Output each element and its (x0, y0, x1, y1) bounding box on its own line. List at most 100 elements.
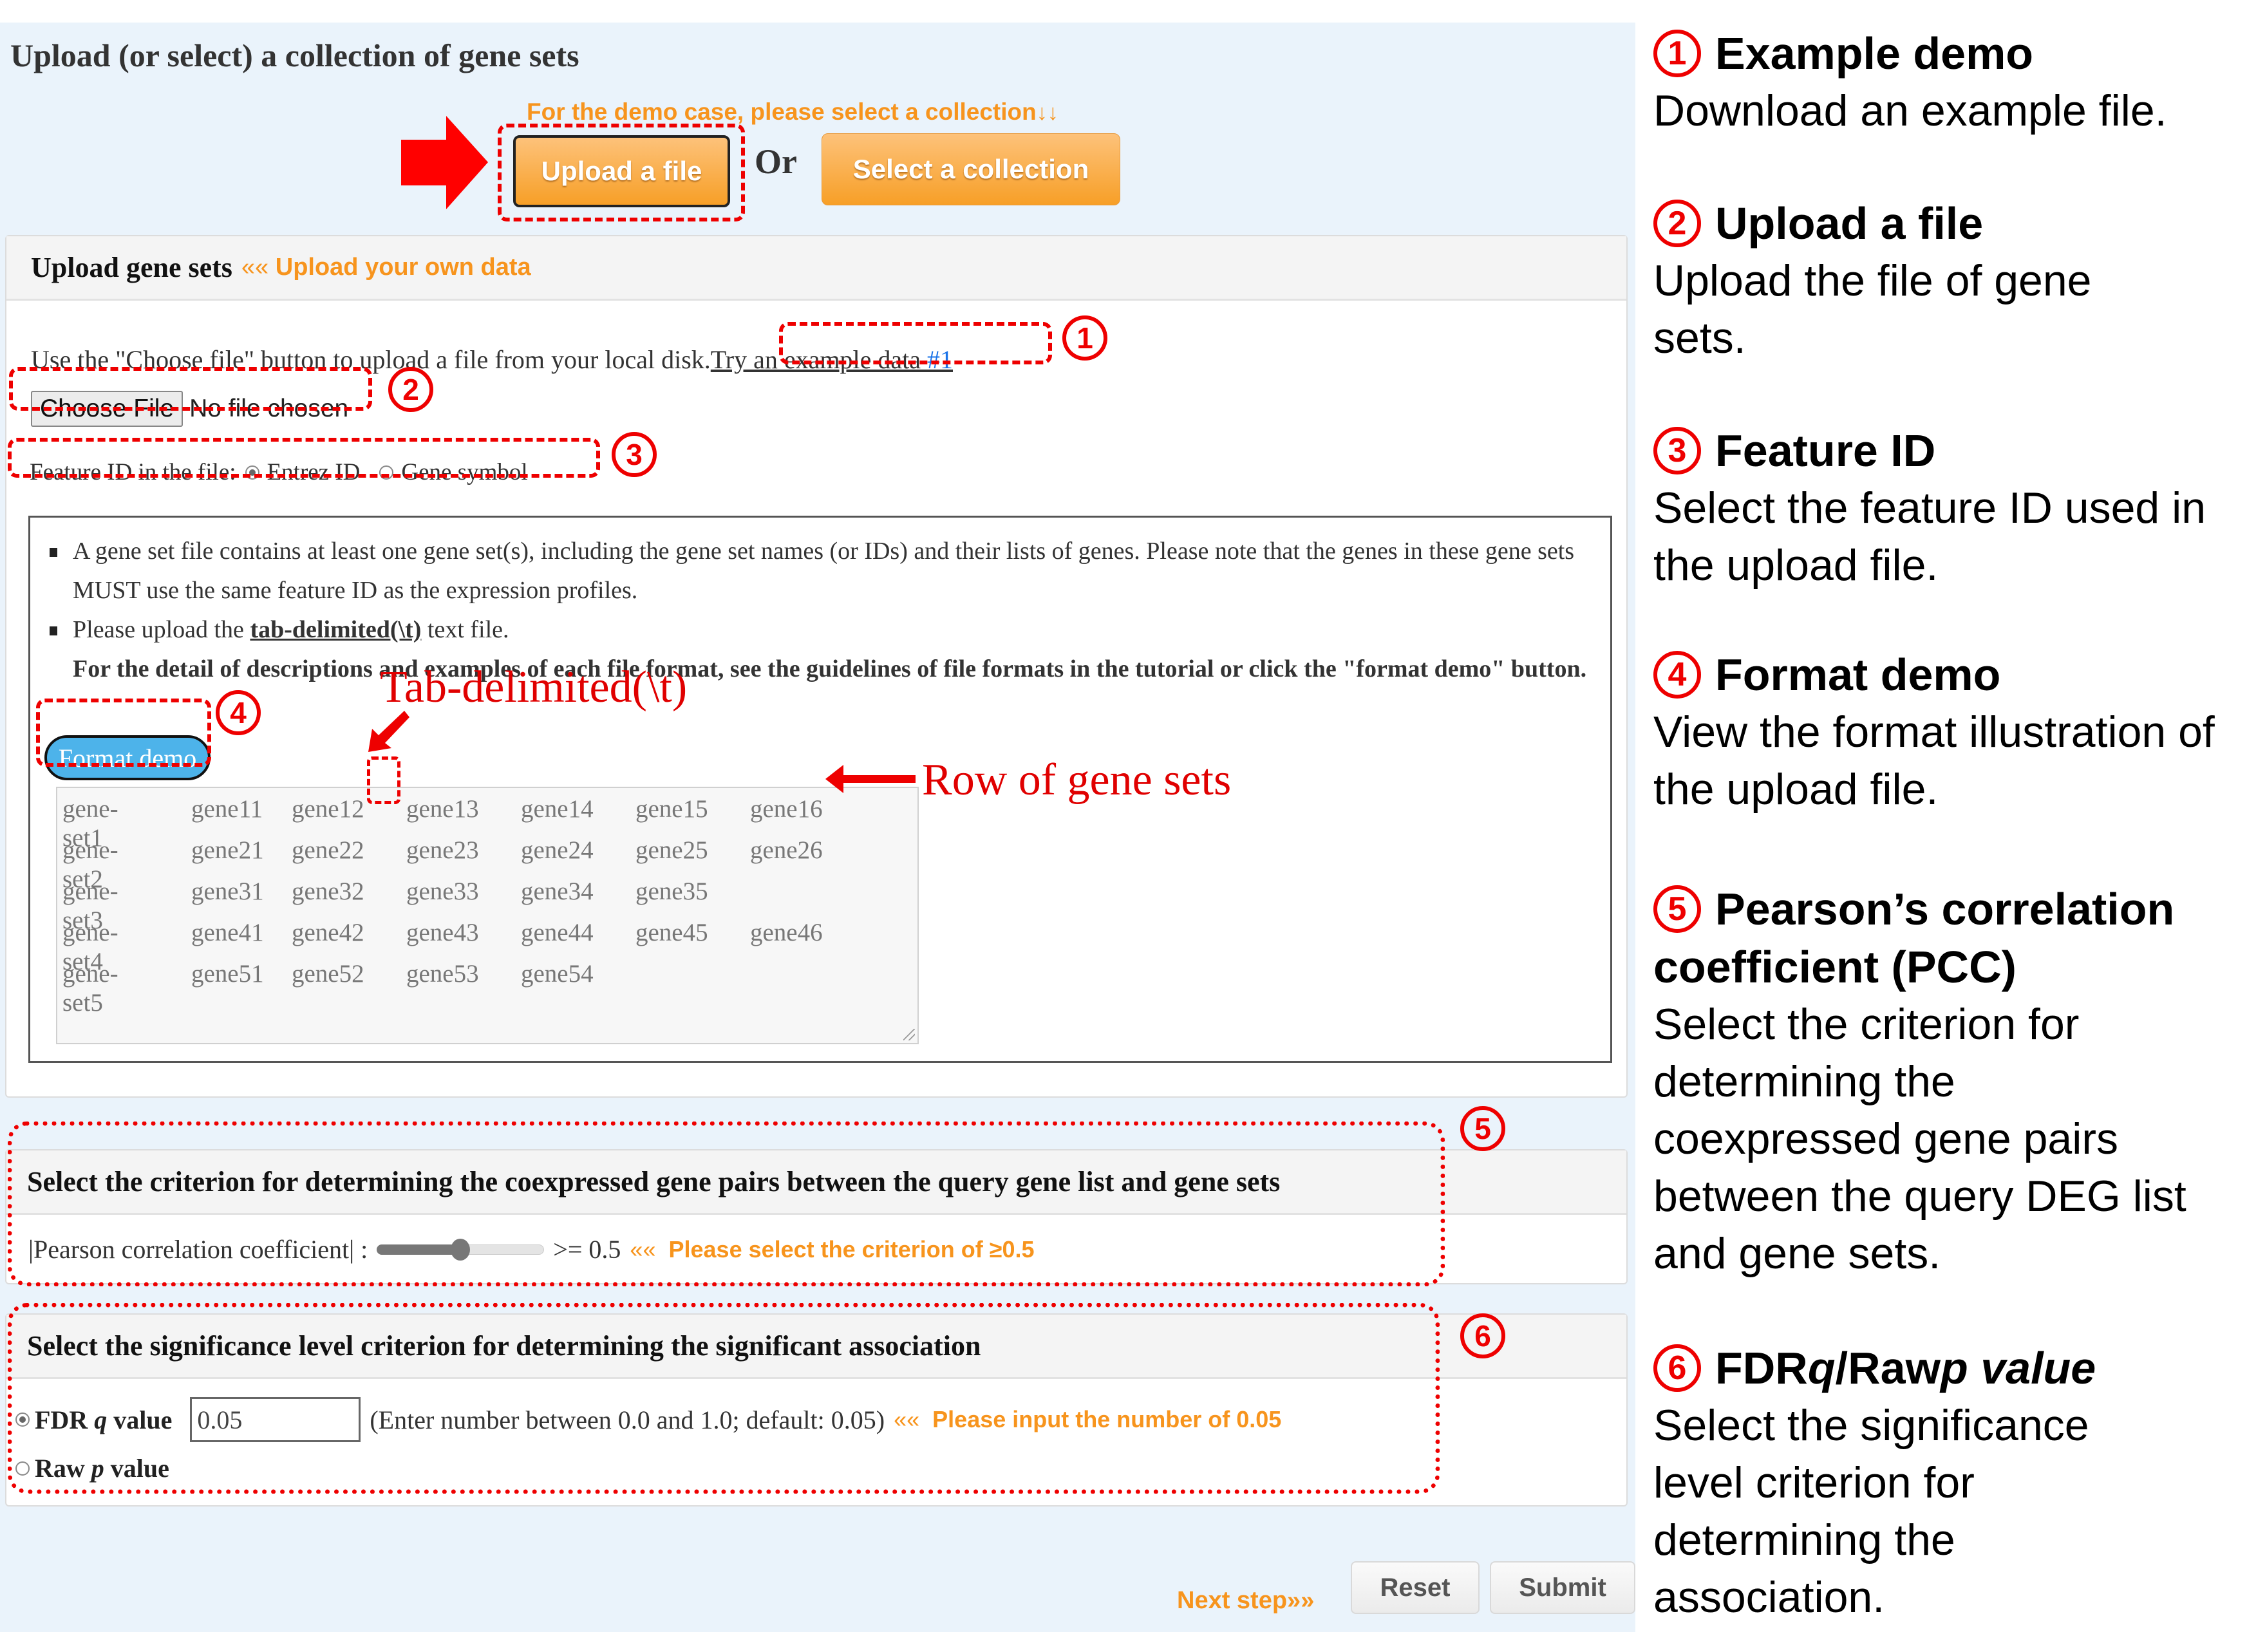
marker-circle-icon: 2 (1653, 200, 1701, 247)
marker-5: 5 (1460, 1106, 1505, 1151)
gene-cell: gene54 (521, 960, 594, 988)
sample-textarea[interactable]: gene-set1 gene11 gene12 gene13 gene14 gene15 g… (56, 787, 919, 1044)
legend-item-6: 6 FDR q/Raw p value Select the significan… (1653, 1343, 2096, 1622)
next-step-label: Next step»» (1177, 1587, 1315, 1614)
significance-panel: Select the significance level criterion … (5, 1313, 1628, 1507)
pcc-hint: «« Please select the criterion of ≥0.5 (630, 1235, 1035, 1262)
reset-button[interactable]: Reset (1351, 1561, 1480, 1614)
tab-delimited-link[interactable]: tab-delimited(\t) (250, 616, 421, 643)
gene-cell: gene35 (635, 878, 708, 905)
choose-file-button[interactable]: Choose File (31, 391, 183, 427)
marker-circle-icon: 1 (1653, 30, 1701, 77)
entrez-id-label: Entrez ID (267, 459, 361, 485)
slider-fill (377, 1244, 461, 1255)
page-title: Upload (or select) a collection of gene … (10, 37, 579, 73)
format-guideline-note: For the detail of descriptions and examp… (73, 655, 1587, 682)
format-notes: A gene set file contains at least one ge… (50, 532, 1595, 689)
marker-6: 6 (1460, 1313, 1505, 1358)
submit-button[interactable]: Submit (1490, 1561, 1635, 1614)
marker-circle-icon: 3 (1653, 427, 1701, 474)
upload-file-button[interactable]: Upload a file (513, 135, 730, 207)
file-status: No file chosen (189, 395, 349, 422)
significance-panel-title: Select the significance level criterion … (6, 1315, 1626, 1379)
legend-item-5: 5 Pearson’s correlation coefficient (PCC)… (1653, 884, 2186, 1278)
gene-cell: gene14 (521, 795, 594, 823)
gene-cell: gene53 (406, 960, 479, 988)
pcc-criterion-panel: Select the criterion for determining the… (5, 1149, 1628, 1284)
gene-cell: gene41 (191, 919, 264, 946)
gene-symbol-label: Gene symbol (401, 459, 528, 485)
marker-circle-icon: 5 (1653, 885, 1701, 933)
app-area: Upload (or select) a collection of gene … (0, 23, 1635, 1632)
example-data-link[interactable]: Try an example data #1 (711, 345, 953, 374)
upload-gene-sets-panel: Upload gene sets «« Upload your own data… (5, 235, 1628, 1098)
upload-panel-title: Upload gene sets (31, 252, 232, 283)
gene-cell: gene22 (292, 836, 364, 864)
marker-1: 1 (1062, 315, 1107, 361)
fdr-label: FDR q value (35, 1405, 173, 1434)
file-input: Choose File No file chosen (31, 391, 348, 427)
gene-cell: gene52 (292, 960, 364, 988)
gene-cell: gene34 (521, 878, 594, 905)
pcc-value: >= 0.5 (553, 1235, 621, 1264)
legend-item-4: 4 Format demo View the format illustratio… (1653, 650, 2215, 814)
gene-cell: gene25 (635, 836, 708, 864)
gene-cell: gene24 (521, 836, 594, 864)
format-description-box: A gene set file contains at least one ge… (28, 516, 1612, 1063)
gene-cell: gene21 (191, 836, 264, 864)
note-item: A gene set file contains at least one ge… (50, 532, 1595, 610)
legend-item-1: 1 Example demo Download an example file. (1653, 28, 2167, 135)
raw-p-row: Raw p value (15, 1453, 169, 1483)
format-demo-button[interactable]: Format demo (44, 735, 211, 780)
gene-cell: gene31 (191, 878, 264, 905)
gene-cell: gene16 (750, 795, 823, 823)
legend-item-2: 2 Upload a file Upload the file of gene s… (1653, 198, 2092, 362)
raw-p-radio[interactable] (15, 1461, 30, 1476)
raw-p-label: Raw p value (35, 1454, 169, 1483)
gene-cell: gene12 (292, 795, 364, 823)
pcc-panel-title: Select the criterion for determining the… (6, 1150, 1626, 1215)
gene-cell: gene23 (406, 836, 479, 864)
gene-symbol-radio[interactable] (379, 465, 394, 480)
fdr-value-input[interactable] (190, 1397, 361, 1442)
left-arrow-icon (825, 765, 916, 793)
pcc-label: |Pearson correlation coefficient| : (28, 1235, 368, 1264)
resize-grip-icon[interactable] (903, 1029, 915, 1040)
gene-cell: gene33 (406, 878, 479, 905)
upload-instruction: Use the "Choose file" button to upload a… (31, 345, 953, 374)
note-item: Please upload the tab-delimited(\t) text… (50, 610, 1595, 689)
pcc-slider[interactable] (377, 1238, 545, 1261)
gene-cell: gene44 (521, 919, 594, 946)
upload-panel-header: Upload gene sets «« Upload your own data (6, 236, 1626, 301)
feature-id-selector: Feature ID in the file: Entrez ID Gene s… (30, 458, 528, 486)
slider-thumb[interactable] (451, 1238, 471, 1261)
legend-item-3: 3 Feature ID Select the feature ID used i… (1653, 426, 2206, 590)
gene-cell: gene51 (191, 960, 264, 988)
marker-2: 2 (388, 367, 433, 412)
pcc-row: |Pearson correlation coefficient| : >= 0… (28, 1234, 1035, 1264)
marker-4: 4 (216, 690, 261, 735)
red-arrow-icon (401, 116, 488, 209)
fdr-hint: «« Please input the number of 0.05 (894, 1406, 1282, 1432)
gene-cell: gene13 (406, 795, 479, 823)
fdr-radio[interactable] (15, 1413, 30, 1427)
marker-3: 3 (612, 432, 657, 477)
gene-cell: gene15 (635, 795, 708, 823)
fdr-row: FDR q value (Enter number between 0.0 an… (15, 1397, 1281, 1442)
demo-hint-text: For the demo case, please select a colle… (527, 99, 1037, 125)
down-arrows-icon: ↓↓ (1036, 100, 1058, 125)
gene-cell: gene45 (635, 919, 708, 946)
select-collection-button[interactable]: Select a collection (822, 133, 1120, 205)
entrez-id-radio[interactable] (245, 465, 259, 480)
gene-cell: gene46 (750, 919, 823, 946)
demo-hint: For the demo case, please select a colle… (527, 99, 1058, 126)
tab-delimited-annotation: Tab-delimited(\t) (380, 662, 688, 712)
gene-cell: gene43 (406, 919, 479, 946)
or-label: Or (755, 142, 797, 181)
gene-cell: gene32 (292, 878, 364, 905)
marker-circle-icon: 4 (1653, 651, 1701, 699)
gene-cell: gene26 (750, 836, 823, 864)
upload-panel-subtitle: «« Upload your own data (241, 254, 531, 281)
down-left-arrow-icon (368, 711, 409, 752)
feature-id-label: Feature ID in the file: (30, 459, 236, 485)
